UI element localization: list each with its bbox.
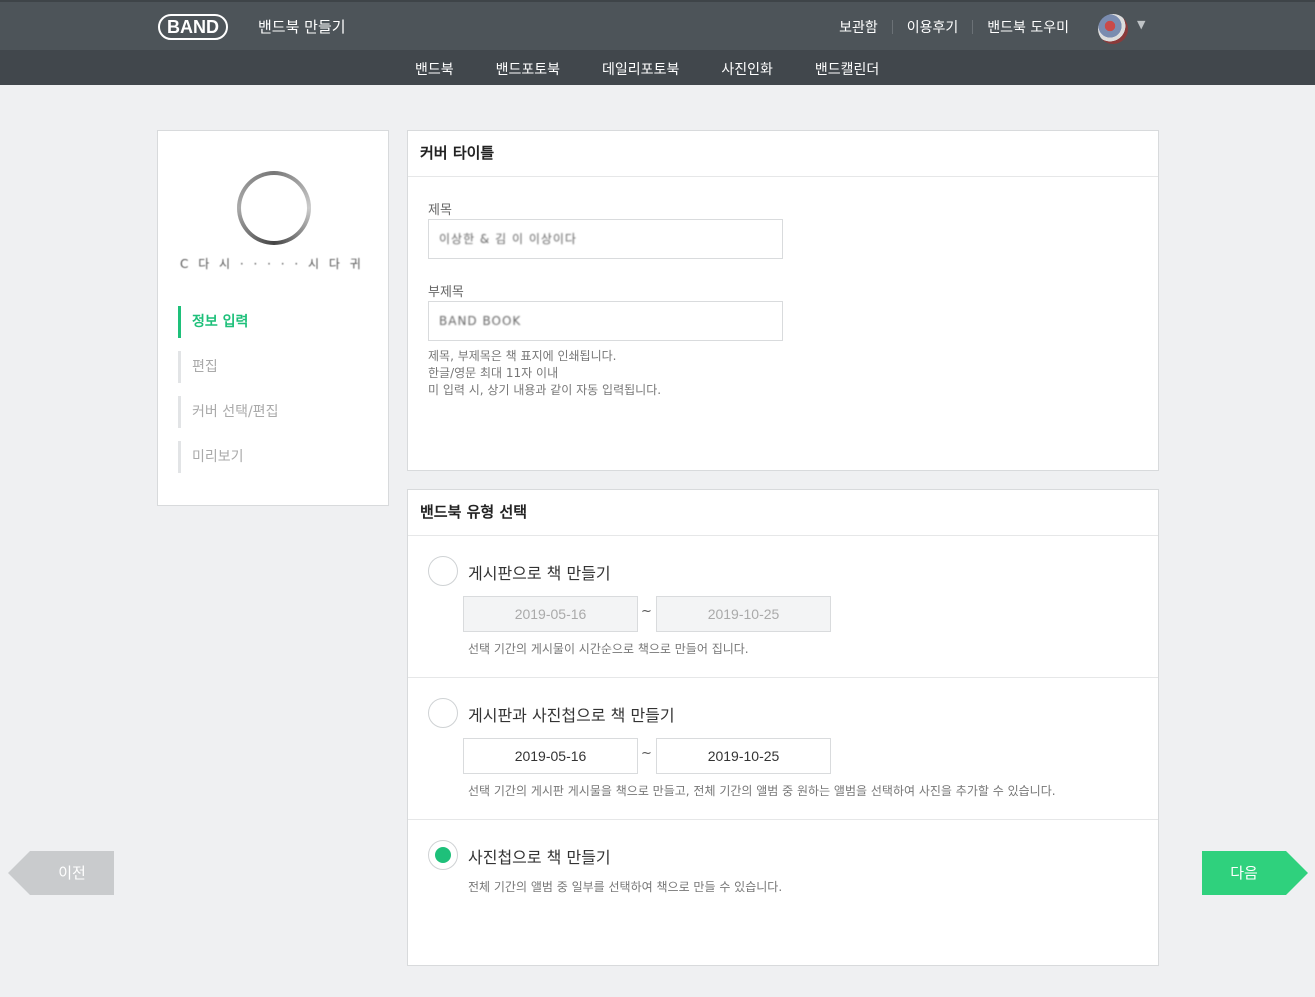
nav-bandbook[interactable]: 밴드북	[415, 59, 454, 79]
subtitle-value: BAND BOOK	[439, 314, 522, 328]
title-value: 이상한 & 김 이 이상이다	[439, 232, 577, 246]
radio-board-album[interactable]	[428, 698, 458, 728]
option-description: 전체 기간의 앨범 중 일부를 선택하여 책으로 만들 수 있습니다.	[468, 880, 783, 894]
option-label[interactable]: 사진첩으로 책 만들기	[468, 844, 611, 868]
hint-line: 제목, 부제목은 책 표지에 인쇄됩니다.	[428, 349, 617, 363]
option-board-album-book[interactable]: 게시판과 사진첩으로 책 만들기 2019-05-16 ~ 2019-10-25…	[408, 678, 1158, 820]
step-list: 정보 입력 편집 커버 선택/편집 미리보기	[178, 306, 368, 486]
prev-label: 이전	[58, 864, 86, 882]
hint-line: 한글/영문 최대 11자 이내	[428, 366, 559, 380]
title-label: 제목	[428, 203, 452, 218]
option-label[interactable]: 게시판으로 책 만들기	[468, 560, 611, 584]
title-hint: 제목, 부제목은 책 표지에 인쇄됩니다. 한글/영문 최대 11자 이내 미 …	[428, 348, 661, 399]
top-header: BAND 밴드북 만들기 보관함 이용후기 밴드북 도우미 ▼	[0, 0, 1315, 50]
band-name: C 다 시 · · · · · 시 다 귀	[180, 257, 364, 271]
radio-board[interactable]	[428, 556, 458, 586]
nav-photo-print[interactable]: 사진인화	[721, 59, 773, 79]
band-logo[interactable]: BAND	[158, 14, 228, 40]
subtitle-input[interactable]: BAND BOOK	[428, 301, 783, 341]
arrow-right-icon	[1286, 851, 1308, 895]
user-avatar[interactable]	[1098, 14, 1128, 44]
subtitle-label: 부제목	[428, 285, 464, 300]
nav-daily-photobook[interactable]: 데일리포토북	[602, 59, 679, 79]
sub-navigation: 밴드북 밴드포토북 데일리포토북 사진인화 밴드캘린더	[0, 50, 1315, 85]
end-date-field[interactable]: 2019-10-25	[656, 738, 831, 774]
arrow-left-icon	[8, 851, 30, 895]
panel-title: 밴드북 유형 선택	[408, 490, 1158, 536]
prev-button[interactable]: 이전	[8, 851, 114, 895]
divider	[972, 20, 974, 34]
panel-title: 커버 타이틀	[408, 131, 1158, 177]
start-date-field[interactable]: 2019-05-16	[463, 738, 638, 774]
start-date-field[interactable]: 2019-05-16	[463, 596, 638, 632]
nav-band-calendar[interactable]: 밴드캘린더	[815, 59, 879, 79]
top-links: 보관함 이용후기 밴드북 도우미	[839, 17, 1069, 37]
next-label: 다음	[1230, 864, 1258, 882]
book-type-panel: 밴드북 유형 선택 게시판으로 책 만들기 2019-05-16 ~ 2019-…	[407, 489, 1159, 966]
help-link[interactable]: 밴드북 도우미	[987, 17, 1069, 37]
option-board-book[interactable]: 게시판으로 책 만들기 2019-05-16 ~ 2019-10-25 선택 기…	[408, 536, 1158, 678]
step-cover[interactable]: 커버 선택/편집	[178, 396, 368, 428]
archive-link[interactable]: 보관함	[839, 17, 878, 37]
option-description: 선택 기간의 게시물이 시간순으로 책으로 만들어 집니다.	[468, 642, 749, 656]
next-button[interactable]: 다음	[1202, 851, 1308, 895]
cover-title-panel: 커버 타이틀 제목 이상한 & 김 이 이상이다 부제목 BAND BOOK 제…	[407, 130, 1159, 471]
option-album-book[interactable]: 사진첩으로 책 만들기 전체 기간의 앨범 중 일부를 선택하여 책으로 만들 …	[408, 820, 1158, 965]
band-avatar	[237, 171, 311, 245]
radio-album[interactable]	[428, 840, 458, 870]
range-separator: ~	[641, 746, 652, 761]
option-description: 선택 기간의 게시판 게시물을 책으로 만들고, 전체 기간의 앨범 중 원하는…	[468, 784, 1056, 798]
step-preview[interactable]: 미리보기	[178, 441, 368, 473]
hint-line: 미 입력 시, 상기 내용과 같이 자동 입력됩니다.	[428, 383, 662, 397]
chevron-down-icon[interactable]: ▼	[1137, 18, 1145, 31]
nav-band-photobook[interactable]: 밴드포토북	[496, 59, 560, 79]
end-date-field[interactable]: 2019-10-25	[656, 596, 831, 632]
divider	[891, 20, 893, 34]
title-input[interactable]: 이상한 & 김 이 이상이다	[428, 219, 783, 259]
range-separator: ~	[641, 604, 652, 619]
app-title[interactable]: 밴드북 만들기	[258, 16, 346, 37]
reviews-link[interactable]: 이용후기	[907, 17, 959, 37]
step-sidebar: C 다 시 · · · · · 시 다 귀 정보 입력 편집 커버 선택/편집 …	[157, 130, 389, 506]
step-info-input[interactable]: 정보 입력	[178, 306, 368, 338]
option-label[interactable]: 게시판과 사진첩으로 책 만들기	[468, 702, 675, 726]
step-edit[interactable]: 편집	[178, 351, 368, 383]
